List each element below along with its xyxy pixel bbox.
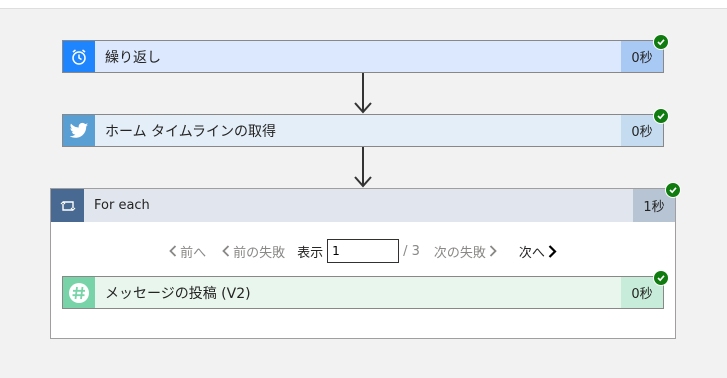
foreach-container: For each 1秒 前へ 前の失敗 表示 / 3 次の失敗 次へ	[50, 188, 676, 339]
slack-icon-box	[63, 277, 95, 308]
chevron-right-icon	[489, 245, 497, 257]
arrow-down-icon	[354, 176, 372, 188]
prev-failed-button[interactable]: 前の失敗	[222, 242, 285, 261]
step-title: メッセージの投稿 (V2)	[105, 285, 251, 302]
top-bar	[0, 0, 727, 9]
recurrence-icon-box	[63, 41, 95, 72]
twitter-icon-box	[63, 115, 95, 146]
next-failed-button[interactable]: 次の失敗	[434, 242, 497, 261]
next-label: 次へ	[518, 245, 545, 261]
prev-failed-label: 前の失敗	[233, 245, 286, 261]
success-check-icon	[653, 34, 669, 50]
foreach-title: For each	[94, 198, 150, 213]
show-label: 表示	[297, 245, 324, 261]
alarm-clock-icon	[72, 48, 86, 65]
prev-label: 前へ	[180, 245, 207, 261]
step-title: ホーム タイムラインの取得	[105, 123, 277, 140]
slack-hash-icon	[69, 282, 89, 303]
loop-icon	[60, 200, 75, 211]
foreach-icon-box	[51, 189, 84, 222]
prev-button[interactable]: 前へ	[169, 242, 206, 261]
step-twitter-home-timeline[interactable]: ホーム タイムラインの取得 0秒	[62, 114, 664, 147]
twitter-bird-icon	[69, 122, 89, 138]
foreach-header[interactable]: For each 1秒	[51, 189, 675, 222]
step-slack-post-message[interactable]: メッセージの投稿 (V2) 0秒	[62, 276, 664, 309]
step-recurrence[interactable]: 繰り返し 0秒	[62, 40, 664, 73]
success-check-icon	[665, 182, 681, 198]
iteration-total: / 3	[403, 243, 420, 259]
next-failed-label: 次の失敗	[433, 245, 486, 261]
success-check-icon	[653, 270, 669, 286]
success-check-icon	[653, 108, 669, 124]
iteration-pager: 前へ 前の失敗 表示 / 3 次の失敗 次へ	[51, 238, 675, 264]
chevron-right-icon	[548, 244, 557, 258]
chevron-left-icon	[169, 245, 177, 257]
next-button[interactable]: 次へ	[519, 242, 557, 261]
arrow-down-icon	[354, 102, 372, 114]
chevron-left-icon	[222, 245, 230, 257]
iteration-input[interactable]	[327, 239, 400, 263]
step-title: 繰り返し	[105, 49, 161, 66]
